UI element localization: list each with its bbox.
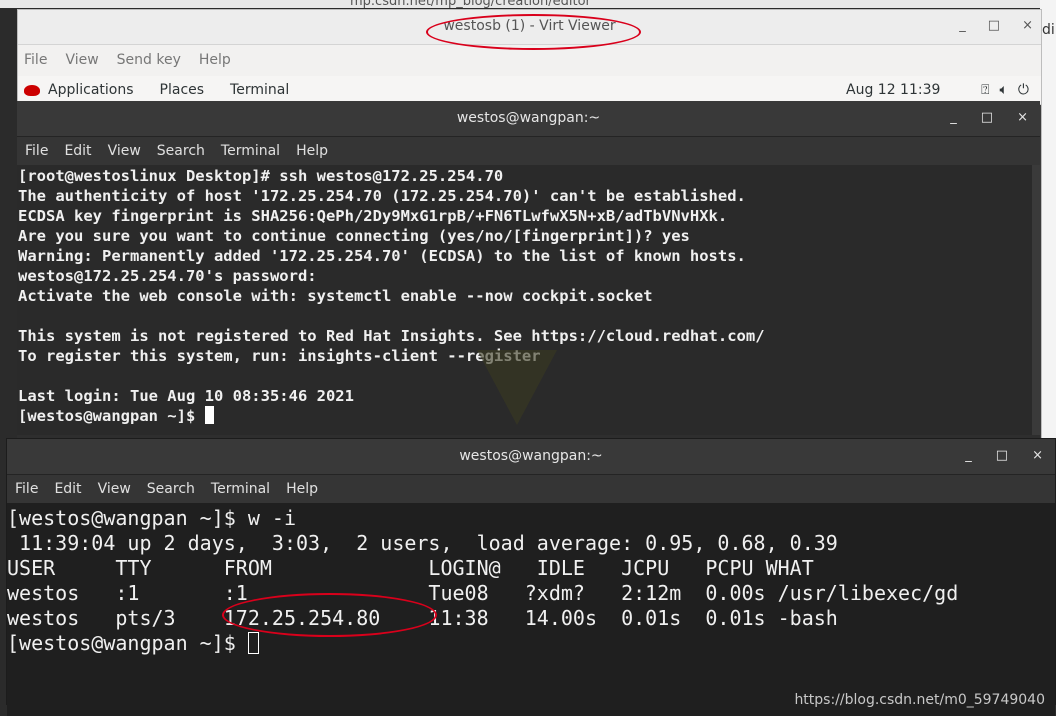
maximize-icon[interactable]: □: [996, 448, 1008, 463]
applications-menu[interactable]: Applications: [24, 82, 134, 98]
menu-edit[interactable]: Edit: [54, 481, 81, 497]
close-icon[interactable]: ×: [1022, 18, 1033, 33]
redhat-logo-icon: [24, 84, 40, 96]
terminal-line: westos :1 :1 Tue08 ?xdm? 2:12m 0.00s /us…: [7, 581, 959, 605]
terminal-app-menu[interactable]: Terminal: [230, 82, 289, 98]
title-annotation-circle: [426, 14, 641, 50]
menu-file[interactable]: File: [24, 52, 47, 68]
volume-icon: 🔈︎: [999, 82, 1008, 98]
terminal-line: Are you sure you want to continue connec…: [18, 227, 690, 245]
background-browser-strip: mp.csdn.net/mp_blog/creation/editor: [0, 0, 1056, 9]
close-icon[interactable]: ×: [1032, 448, 1043, 463]
terminal-line: Activate the web console with: systemctl…: [18, 287, 653, 305]
menu-file[interactable]: File: [15, 481, 38, 497]
minimize-icon[interactable]: _: [965, 448, 972, 463]
menu-terminal[interactable]: Terminal: [211, 481, 270, 497]
clock[interactable]: Aug 12 11:39: [846, 82, 940, 98]
terminal-line: westos@172.25.254.70's password:: [18, 267, 317, 285]
menu-search[interactable]: Search: [147, 481, 195, 497]
menu-search[interactable]: Search: [157, 143, 205, 159]
terminal-menubar: File Edit View Search Terminal Help: [17, 137, 1040, 165]
menu-view[interactable]: View: [108, 143, 141, 159]
terminal-prompt-line: [westos@wangpan ~]$: [7, 631, 1055, 656]
terminal-prompt: [westos@wangpan ~]$: [7, 631, 248, 655]
power-icon: ⏻: [1017, 82, 1029, 98]
terminal-line: USER TTY FROM LOGIN@ IDLE JCPU PCPU WHAT: [7, 556, 814, 580]
menu-edit[interactable]: Edit: [64, 143, 91, 159]
ip-annotation-circle: [222, 593, 437, 637]
terminal-titlebar[interactable]: westos@wangpan:~ _ □ ×: [7, 439, 1055, 475]
terminal-line: [westos@wangpan ~]$ w -i: [7, 506, 296, 530]
virt-viewer-titlebar[interactable]: westosb (1) - Virt Viewer _ □ ×: [18, 10, 1041, 50]
menu-view[interactable]: View: [98, 481, 131, 497]
network-icon: ⍰: [981, 82, 990, 98]
terminal-output[interactable]: [root@westoslinux Desktop]# ssh westos@1…: [17, 165, 1040, 435]
minimize-icon[interactable]: _: [950, 110, 957, 125]
terminal-line: Warning: Permanently added '172.25.254.7…: [18, 247, 746, 265]
menu-help[interactable]: Help: [296, 143, 328, 159]
background-window-edge: din: [1040, 0, 1056, 440]
minimize-icon[interactable]: _: [959, 18, 966, 33]
maximize-icon[interactable]: □: [981, 110, 993, 125]
close-icon[interactable]: ×: [1017, 110, 1028, 125]
text-cursor: [247, 632, 259, 654]
terminal-window-ssh: westos@wangpan:~ _ □ × File Edit View Se…: [17, 101, 1040, 438]
terminal-prompt: [westos@wangpan ~]$: [18, 407, 205, 425]
menu-help[interactable]: Help: [286, 481, 318, 497]
applications-label: Applications: [48, 82, 134, 98]
system-menu[interactable]: ⍰ 🔈︎ ⏻: [981, 82, 1029, 98]
wallpaper-shape: [477, 350, 557, 425]
menu-file[interactable]: File: [25, 143, 48, 159]
menu-help[interactable]: Help: [199, 52, 231, 68]
menu-terminal[interactable]: Terminal: [221, 143, 280, 159]
terminal-title: westos@wangpan:~: [459, 448, 603, 464]
terminal-line: [root@westoslinux Desktop]# ssh westos@1…: [18, 167, 504, 185]
terminal-line: ECDSA key fingerprint is SHA256:QePh/2Dy…: [18, 207, 728, 225]
terminal-window-local: westos@wangpan:~ _ □ × File Edit View Se…: [6, 438, 1056, 716]
places-menu[interactable]: Places: [160, 82, 205, 98]
text-cursor: [204, 406, 214, 424]
menu-view[interactable]: View: [65, 52, 98, 68]
maximize-icon[interactable]: □: [988, 18, 1000, 33]
terminal-line: The authenticity of host '172.25.254.70 …: [18, 187, 746, 205]
terminal-line: westos pts/3 172.25.254.80 11:38 14.00s …: [7, 606, 838, 630]
terminal-line: This system is not registered to Red Hat…: [18, 327, 765, 345]
terminal-menubar: File Edit View Search Terminal Help: [7, 475, 1055, 503]
terminal-title: westos@wangpan:~: [456, 110, 601, 126]
background-text: din: [1042, 22, 1056, 38]
terminal-line: 11:39:04 up 2 days, 3:03, 2 users, load …: [7, 531, 838, 555]
terminal-output[interactable]: [westos@wangpan ~]$ w -i 11:39:04 up 2 d…: [7, 503, 1055, 716]
terminal-titlebar[interactable]: westos@wangpan:~ _ □ ×: [17, 101, 1040, 137]
menu-send-key[interactable]: Send key: [117, 52, 181, 68]
scrollbar[interactable]: [1032, 165, 1040, 435]
browser-url: mp.csdn.net/mp_blog/creation/editor: [350, 0, 591, 9]
csdn-watermark: https://blog.csdn.net/m0_59749040: [794, 692, 1045, 708]
